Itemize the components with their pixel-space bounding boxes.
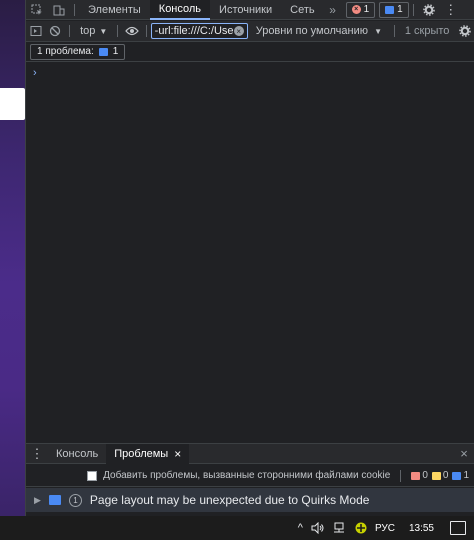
windows-taskbar: ^ РУС 13:55 [0, 516, 474, 540]
toolbar-separator-4 [393, 25, 395, 37]
drawer-tab-issues[interactable]: Проблемы × [106, 443, 190, 464]
hidden-messages-count: 1 скрыто [404, 25, 450, 37]
console-settings-gear-icon[interactable] [455, 21, 474, 41]
third-party-cookie-checkbox[interactable] [87, 470, 98, 481]
drawer-tabbar: ⋮ Консоль Проблемы × × [26, 443, 474, 464]
filter-input[interactable]: -url:file:///C:/Users/% × [150, 23, 248, 39]
expand-arrow-icon[interactable]: ▶ [34, 495, 41, 506]
drawer-tab-console[interactable]: Консоль [48, 444, 106, 464]
close-drawer-icon[interactable]: × [453, 446, 474, 461]
chevron-down-icon: ▼ [374, 27, 382, 36]
drawer-menu-icon[interactable]: ⋮ [26, 444, 48, 464]
console-prompt-icon[interactable]: › [33, 67, 37, 79]
issue-item[interactable]: ▶ 1 Page layout may be unexpected due to… [26, 488, 474, 512]
warning-count: 0 [431, 470, 449, 481]
warning-issue-icon [431, 471, 441, 480]
context-selector[interactable]: top ▼ [74, 25, 113, 37]
tab-console[interactable]: Консоль [149, 0, 211, 20]
more-options-icon[interactable]: ⋮ [440, 0, 462, 20]
settings-gear-icon[interactable] [418, 0, 440, 20]
issues-summary-row: 1 проблема: 1 [26, 42, 474, 62]
inspect-element-icon[interactable] [26, 0, 48, 20]
toolbar-separator-3 [145, 25, 147, 37]
clear-console-icon[interactable] [46, 21, 66, 41]
tabbar-separator [74, 3, 75, 16]
screen: Элементы Консоль Источники Сеть » × 1 1 … [0, 0, 474, 540]
warning-count-value: 0 [442, 470, 449, 481]
volume-icon[interactable] [311, 522, 325, 534]
issues-filter-row: Добавить проблемы, вызванные сторонними … [26, 465, 474, 487]
log-levels-dropdown[interactable]: Уровни по умолчанию ▼ [248, 25, 390, 37]
page-white-element [0, 88, 25, 120]
more-tabs-chevron-icon[interactable]: » [324, 3, 342, 17]
issues-button-label: 1 проблема: [37, 46, 94, 57]
error-icon: × [351, 5, 361, 14]
network-icon[interactable] [333, 522, 347, 534]
tab-network[interactable]: Сеть [281, 0, 323, 20]
chevron-down-icon: ▼ [99, 26, 108, 36]
breaking-count-value: 0 [422, 470, 428, 481]
message-icon [385, 5, 395, 14]
issue-title: Page layout may be unexpected due to Qui… [89, 493, 370, 507]
device-toolbar-icon[interactable] [48, 0, 70, 20]
tab-elements[interactable]: Элементы [79, 0, 150, 20]
third-party-cookie-label: Добавить проблемы, вызванные сторонними … [103, 470, 391, 481]
devtools-tabbar: Элементы Консоль Источники Сеть » × 1 1 … [26, 0, 474, 20]
toolbar-separator-2 [117, 25, 119, 37]
devtools-panel: Элементы Консоль Источники Сеть » × 1 1 … [25, 0, 474, 516]
console-toolbar: top ▼ -url:file:///C:/Users/% × Уровни п… [26, 21, 474, 42]
issue-category-icon [48, 495, 61, 505]
notifications-icon[interactable] [450, 521, 466, 535]
clear-filter-icon[interactable]: × [233, 26, 244, 36]
toolbar-separator [69, 25, 71, 37]
context-selector-label: top [80, 25, 96, 37]
filter-separator [400, 469, 402, 482]
issue-counts[interactable]: 0 0 1 [411, 470, 469, 481]
show-hidden-icons-chevron-icon[interactable]: ^ [298, 522, 303, 534]
issues-button[interactable]: 1 проблема: 1 [30, 43, 126, 60]
info-count: 1 [452, 470, 469, 481]
tab-sources[interactable]: Источники [210, 0, 281, 20]
sidebar-toggle-icon[interactable] [26, 21, 46, 41]
message-count: 1 [397, 4, 403, 15]
app-tray-icon[interactable] [355, 522, 367, 534]
issue-occurrence-count: 1 [68, 493, 82, 507]
message-count-badge[interactable]: 1 [379, 1, 409, 18]
close-tab-icon[interactable]: × [174, 447, 181, 461]
language-indicator[interactable]: РУС [375, 523, 395, 534]
error-count-badge[interactable]: × 1 [345, 1, 376, 18]
tabbar-separator-2 [412, 3, 414, 16]
breaking-issue-icon [411, 471, 421, 480]
error-count: 1 [363, 4, 370, 15]
breaking-count: 0 [411, 470, 428, 481]
info-issue-icon [452, 471, 462, 480]
filter-input-value: -url:file:///C:/Users/% [154, 25, 234, 37]
log-levels-label: Уровни по умолчанию [255, 25, 368, 37]
page-preview-strip [0, 0, 25, 516]
live-expression-eye-icon[interactable] [122, 21, 142, 41]
clock-time[interactable]: 13:55 [409, 523, 434, 534]
drawer-tab-console-label: Консоль [56, 447, 99, 460]
console-output[interactable]: › [26, 63, 474, 443]
issues-button-count: 1 [112, 46, 119, 57]
issue-info-icon [98, 47, 108, 56]
drawer-tab-issues-label: Проблемы [114, 447, 169, 460]
info-count-value: 1 [463, 470, 469, 481]
